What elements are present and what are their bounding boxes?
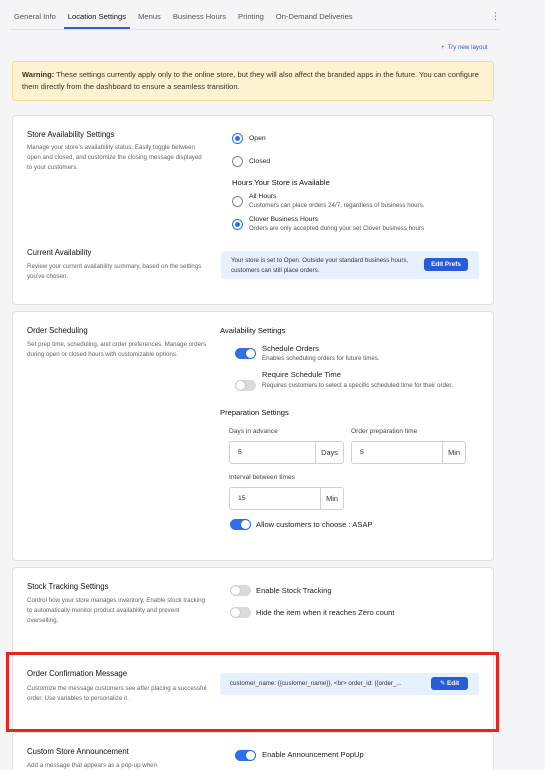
status-open-radio[interactable] (232, 133, 243, 144)
store-availability-desc: Manage your store's availability status.… (27, 144, 202, 171)
plus-icon: + (441, 44, 445, 51)
days-in-advance-input[interactable]: 5 Days (229, 441, 344, 464)
availability-summary-box: Your store is set to Open. Outside your … (221, 251, 479, 279)
days-unit: Days (315, 442, 343, 463)
order-prep-time-input[interactable]: 5 Min (351, 441, 466, 464)
require-schedule-time-toggle[interactable] (235, 380, 256, 391)
order-scheduling-card: Order Scheduling Set prep time, scheduli… (12, 311, 494, 561)
hide-zero-count-toggle[interactable] (230, 607, 251, 618)
enable-stock-tracking-label: Enable Stock Tracking (256, 586, 332, 595)
schedule-orders-desc: Enables scheduling orders for future tim… (262, 355, 380, 362)
announcement-toggle-label: Enable Announcement PopUp (262, 750, 364, 759)
hours-all-desc: Customers can place orders 24/7, regardl… (249, 202, 425, 209)
status-closed-label: Closed (249, 158, 271, 165)
interval-input[interactable]: 15 Min (229, 487, 344, 510)
announcement-title: Custom Store Announcement (27, 747, 129, 756)
announcement-toggle[interactable] (235, 750, 256, 761)
tab-bar: General Info Location Settings Menus Bus… (10, 8, 500, 30)
current-availability-title: Current Availability (27, 248, 92, 257)
announcement-card: Custom Store Announcement Add a message … (12, 732, 494, 770)
hours-clover-radio[interactable] (232, 219, 243, 230)
more-options-icon[interactable]: ⋮ (491, 11, 500, 22)
schedule-orders-label: Schedule Orders (262, 344, 319, 353)
try-new-layout-link[interactable]: + Try new layout (441, 44, 488, 51)
interval-label: Interval between times (229, 474, 295, 481)
availability-settings-heading: Availability Settings (220, 326, 286, 335)
tab-menus[interactable]: Menus (134, 8, 165, 29)
order-scheduling-desc: Set prep time, scheduling, and order pre… (27, 341, 207, 358)
order-prep-time-label: Order preparation time (351, 428, 418, 435)
tab-location-settings[interactable]: Location Settings (63, 8, 131, 29)
highlight-frame (6, 652, 499, 732)
warning-banner: Warning: These settings currently apply … (12, 61, 494, 101)
current-availability-desc: Review your current availability summary… (27, 263, 202, 280)
stock-tracking-card: Stock Tracking Settings Control how your… (12, 567, 494, 647)
tab-printing[interactable]: Printing (234, 8, 268, 29)
warning-text: These settings currently apply only to t… (22, 70, 479, 91)
availability-summary-text: Your store is set to Open. Outside your … (231, 257, 409, 274)
store-availability-title: Store Availability Settings (27, 130, 115, 139)
days-in-advance-label: Days in advance (229, 428, 278, 435)
require-schedule-time-desc: Requires customers to select a specific … (262, 382, 453, 389)
warning-lead: Warning: (22, 70, 55, 79)
days-in-advance-value: 5 (238, 449, 242, 456)
try-new-layout-label: Try new layout (447, 44, 488, 51)
stock-tracking-desc: Control how your store manages inventory… (27, 597, 206, 624)
prep-time-unit: Min (442, 442, 465, 463)
enable-stock-tracking-toggle[interactable] (230, 585, 251, 596)
hours-clover-label: Clover Business Hours (249, 216, 319, 223)
tab-general-info[interactable]: General Info (10, 8, 60, 29)
hours-clover-desc: Orders are only accepted during your set… (249, 225, 425, 232)
status-closed-radio[interactable] (232, 156, 243, 167)
asap-label: Allow customers to choose : ASAP (256, 520, 373, 529)
hide-zero-count-label: Hide the item when it reaches Zero count (256, 608, 395, 617)
tab-business-hours[interactable]: Business Hours (169, 8, 230, 29)
announcement-desc: Add a message that appears as a pop-up w… (27, 762, 158, 769)
hours-all-label: All Hours (249, 193, 277, 200)
preparation-settings-heading: Preparation Settings (220, 408, 289, 417)
order-scheduling-title: Order Scheduling (27, 326, 88, 335)
require-schedule-time-label: Require Schedule Time (262, 370, 341, 379)
hours-heading: Hours Your Store is Available (232, 178, 330, 187)
store-availability-card: Store Availability Settings Manage your … (12, 115, 494, 305)
hours-all-radio[interactable] (232, 196, 243, 207)
edit-prefs-button[interactable]: Edit Prefs (424, 258, 468, 271)
interval-value: 15 (238, 495, 246, 502)
interval-unit: Min (320, 488, 343, 509)
order-prep-time-value: 5 (360, 449, 364, 456)
asap-toggle[interactable] (230, 519, 251, 530)
schedule-orders-toggle[interactable] (235, 348, 256, 359)
status-open-label: Open (249, 135, 266, 142)
stock-tracking-title: Stock Tracking Settings (27, 582, 109, 591)
tab-on-demand-deliveries[interactable]: On-Demand Deliveries (272, 8, 357, 29)
